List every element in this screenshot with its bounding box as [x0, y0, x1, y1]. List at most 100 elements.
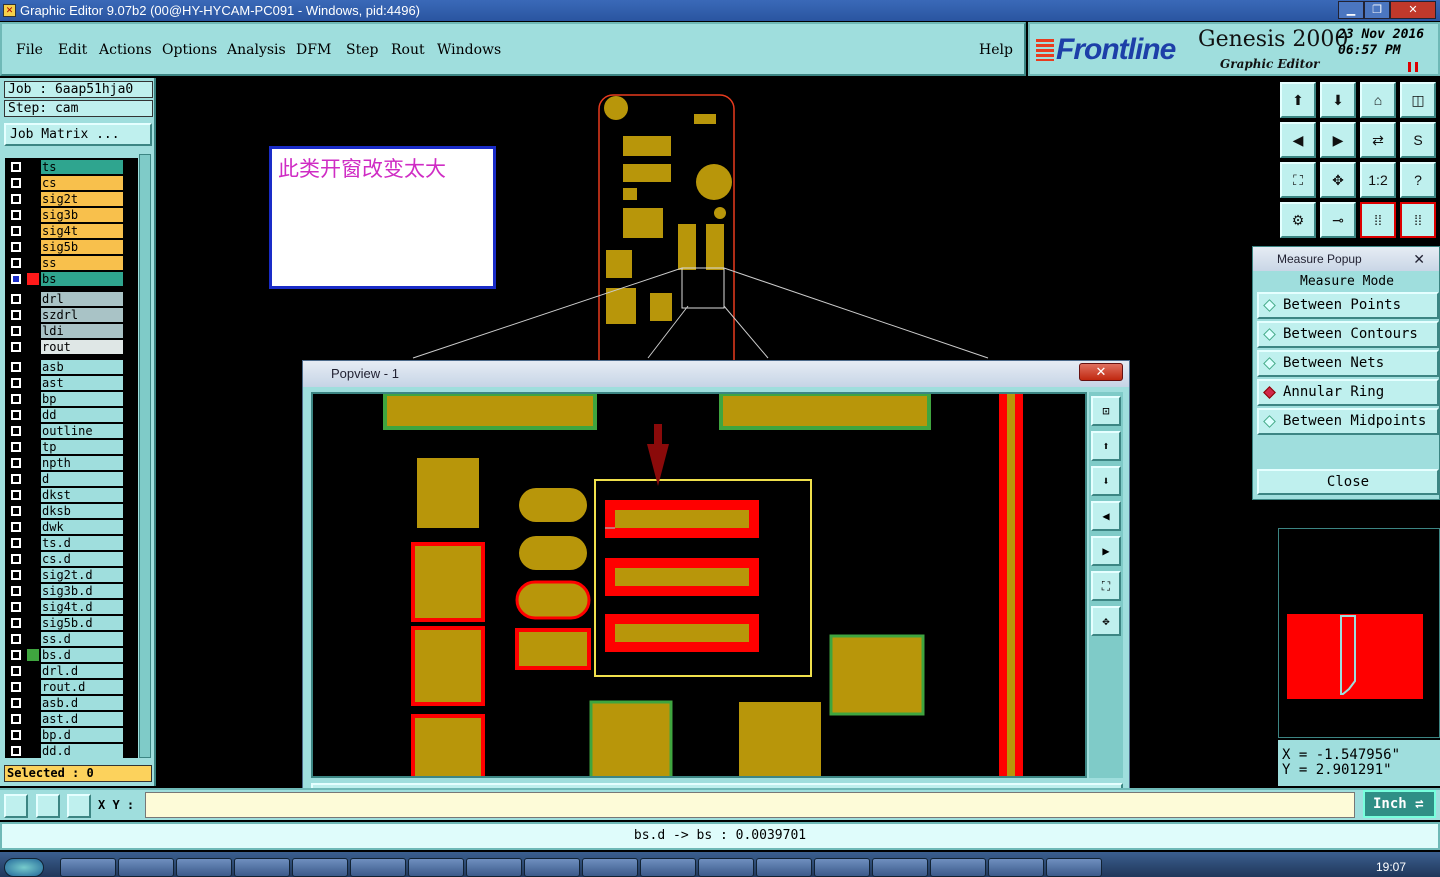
taskbar-app[interactable] — [466, 858, 522, 877]
layer-row-drl[interactable]: drl — [5, 292, 125, 306]
layer-row-npth[interactable]: npth — [5, 456, 125, 470]
layer-checkbox[interactable] — [11, 474, 21, 484]
layer-checkbox[interactable] — [11, 410, 21, 420]
zoom-window-icon[interactable]: ⌂ — [1360, 82, 1396, 118]
layer-row-sig4t[interactable]: sig4t — [5, 224, 125, 238]
menu-windows[interactable]: Windows — [437, 42, 501, 58]
close-icon[interactable]: ✕ — [1079, 363, 1123, 381]
zoom-in-icon[interactable]: ⬆ — [1091, 431, 1121, 461]
pause-icon[interactable] — [1408, 62, 1418, 72]
layer-row-bs[interactable]: bs — [5, 272, 125, 286]
redraw-icon[interactable]: S — [1400, 122, 1436, 158]
layer-checkbox[interactable] — [11, 342, 21, 352]
layer-row-ast-d[interactable]: ast.d — [5, 712, 125, 726]
layer-checkbox[interactable] — [11, 178, 21, 188]
layer-row-sig2t-d[interactable]: sig2t.d — [5, 568, 125, 582]
layer-checkbox[interactable] — [11, 490, 21, 500]
menu-edit[interactable]: Edit — [58, 42, 87, 58]
layer-row-dksb[interactable]: dksb — [5, 504, 125, 518]
layer-checkbox[interactable] — [11, 242, 21, 252]
layer-checkbox[interactable] — [11, 274, 21, 284]
layer-row-sig5b-d[interactable]: sig5b.d — [5, 616, 125, 630]
menu-actions[interactable]: Actions — [99, 42, 152, 58]
help-icon[interactable]: ? — [1400, 162, 1436, 198]
layer-checkbox[interactable] — [11, 258, 21, 268]
layer-checkbox[interactable] — [11, 570, 21, 580]
taskbar-app[interactable] — [640, 858, 696, 877]
select-tool-icon[interactable] — [4, 794, 28, 818]
angle-tool-icon[interactable] — [36, 794, 60, 818]
taskbar-app[interactable] — [814, 858, 870, 877]
layer-row-d[interactable]: d — [5, 472, 125, 486]
zoom-center-icon[interactable]: ✥ — [1320, 162, 1356, 198]
layer-checkbox[interactable] — [11, 634, 21, 644]
layer-row-outline[interactable]: outline — [5, 424, 125, 438]
layer-scrollbar[interactable] — [139, 154, 151, 758]
taskbar-app[interactable] — [176, 858, 232, 877]
layer-row-cs[interactable]: cs — [5, 176, 125, 190]
overview-minimap[interactable] — [1278, 528, 1440, 738]
layer-checkbox[interactable] — [11, 666, 21, 676]
layer-checkbox[interactable] — [11, 226, 21, 236]
layer-row-asb[interactable]: asb — [5, 360, 125, 374]
layer-checkbox[interactable] — [11, 162, 21, 172]
layer-checkbox[interactable] — [11, 194, 21, 204]
layer-checkbox[interactable] — [11, 506, 21, 516]
taskbar-app[interactable] — [350, 858, 406, 877]
measure-option-annular-ring[interactable]: Annular Ring — [1257, 379, 1439, 406]
units-button[interactable]: Inch ⇌ — [1363, 790, 1436, 818]
layer-checkbox[interactable] — [11, 714, 21, 724]
menu-analysis[interactable]: Analysis — [227, 42, 286, 58]
layer-checkbox[interactable] — [11, 294, 21, 304]
layer-checkbox[interactable] — [11, 618, 21, 628]
layer-row-sig3b-d[interactable]: sig3b.d — [5, 584, 125, 598]
measure-option-between-points[interactable]: Between Points — [1257, 292, 1439, 319]
layer-checkbox[interactable] — [11, 310, 21, 320]
taskbar-app[interactable] — [60, 858, 116, 877]
grid-tool-icon[interactable] — [67, 794, 91, 818]
menu-help[interactable]: Help — [979, 42, 1013, 58]
layer-row-drl-d[interactable]: drl.d — [5, 664, 125, 678]
layer-row-sig2t[interactable]: sig2t — [5, 192, 125, 206]
measure-option-between-contours[interactable]: Between Contours — [1257, 321, 1439, 348]
layer-checkbox[interactable] — [11, 554, 21, 564]
taskbar-app[interactable] — [582, 858, 638, 877]
layer-checkbox[interactable] — [11, 730, 21, 740]
zoom-home-icon[interactable]: ⬆ — [1280, 82, 1316, 118]
mirror-icon[interactable]: ⇄ — [1360, 122, 1396, 158]
close-icon[interactable]: ✕ — [1413, 247, 1425, 271]
layer-checkbox[interactable] — [11, 586, 21, 596]
taskbar-app[interactable] — [234, 858, 290, 877]
taskbar-app[interactable] — [756, 858, 812, 877]
layer-checkbox[interactable] — [11, 394, 21, 404]
layer-row-sig4t-d[interactable]: sig4t.d — [5, 600, 125, 614]
layer-row-ts[interactable]: ts — [5, 160, 125, 174]
start-button[interactable] — [4, 858, 44, 877]
layer-row-bp-d[interactable]: bp.d — [5, 728, 125, 742]
layer-compare-icon[interactable]: ⁞⁞ — [1360, 202, 1396, 238]
taskbar-app[interactable] — [1046, 858, 1102, 877]
taskbar-app[interactable] — [118, 858, 174, 877]
taskbar-app[interactable] — [292, 858, 348, 877]
layer-checkbox[interactable] — [11, 426, 21, 436]
menu-options[interactable]: Options — [162, 42, 217, 58]
layer-checkbox[interactable] — [11, 538, 21, 548]
menu-file[interactable]: File — [16, 42, 43, 58]
xy-input[interactable] — [145, 792, 1355, 818]
layer-row-cs-d[interactable]: cs.d — [5, 552, 125, 566]
settings-icon[interactable]: ⚙ — [1280, 202, 1316, 238]
menu-dfm[interactable]: DFM — [296, 42, 331, 58]
job-matrix-button[interactable]: Job Matrix ... — [4, 123, 152, 146]
taskbar-app[interactable] — [698, 858, 754, 877]
layer-checkbox[interactable] — [11, 442, 21, 452]
layer-checkbox[interactable] — [11, 362, 21, 372]
minimize-button[interactable]: ▁ — [1338, 1, 1364, 19]
layer-checkbox[interactable] — [11, 378, 21, 388]
layer-row-sig5b[interactable]: sig5b — [5, 240, 125, 254]
layer-checkbox[interactable] — [11, 698, 21, 708]
pan-left-icon[interactable]: ◀ — [1280, 122, 1316, 158]
layer-row-bs-d[interactable]: bs.d — [5, 648, 125, 662]
zoom-fit-icon[interactable]: ⛶ — [1091, 571, 1121, 601]
layer-row-ast[interactable]: ast — [5, 376, 125, 390]
layer-checkbox[interactable] — [11, 522, 21, 532]
